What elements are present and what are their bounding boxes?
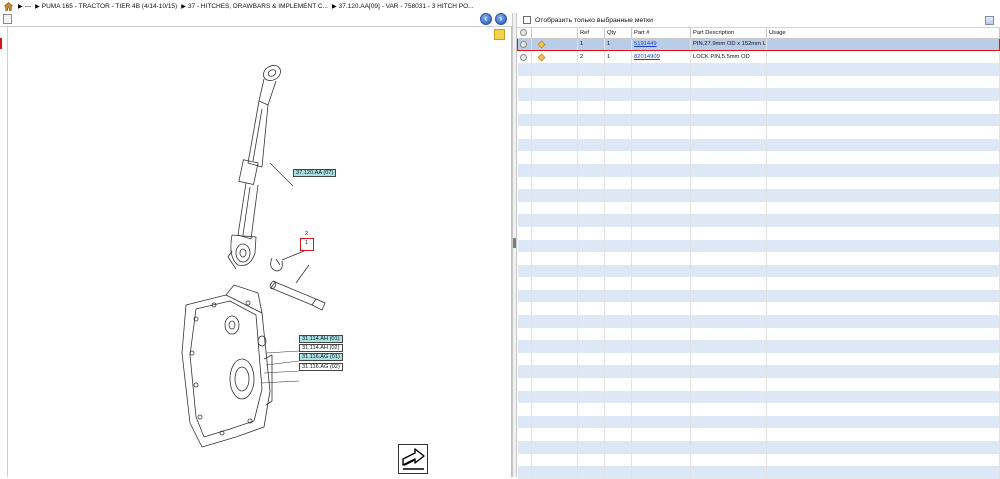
header-qty[interactable]: Qty xyxy=(604,28,632,39)
empty-table-row xyxy=(517,63,1000,76)
ref-number-2[interactable]: 2 xyxy=(305,231,308,237)
empty-table-row xyxy=(517,151,1000,164)
header-ref[interactable]: Ref xyxy=(577,28,605,39)
parts-table: Ref Qty Part # Part Description Usage 1 … xyxy=(517,28,1000,479)
table-row[interactable]: 1 1 5191449 PIN,27.9mm OD x 152mm L xyxy=(517,37,1000,52)
header-part-number[interactable]: Part # xyxy=(631,28,691,39)
part-package-icon[interactable] xyxy=(537,53,546,62)
empty-table-row xyxy=(517,302,1000,316)
empty-table-row xyxy=(517,75,1000,89)
breadcrumb-label: --- xyxy=(24,3,32,10)
part-number-link[interactable]: 82014909 xyxy=(634,54,660,60)
header-icon-column xyxy=(531,28,578,39)
header-select-icon[interactable] xyxy=(517,28,532,39)
empty-table-row xyxy=(517,163,1000,177)
breadcrumb-item-model[interactable]: ▶ PUMA 165 - TRACTOR - TIER 4B (4/14-10/1… xyxy=(35,3,177,10)
splitter-grip-icon[interactable] xyxy=(513,238,516,248)
empty-table-row xyxy=(517,214,1000,227)
show-selected-only-label[interactable]: Отобразить только выбранные метки xyxy=(535,17,653,24)
diagram-pane[interactable]: ‹ › 37.120.AA (07) 31.114.AH (01) 31.114… xyxy=(0,13,512,477)
empty-table-row xyxy=(517,252,1000,265)
breadcrumb-item-section[interactable]: ▶ 37 - HITCHES, DRAWBARS & IMPLEMENT C... xyxy=(181,3,328,10)
empty-table-row xyxy=(517,239,1000,253)
exploded-diagram xyxy=(181,65,326,448)
empty-table-row xyxy=(517,378,1000,391)
empty-table-row xyxy=(517,138,1000,152)
empty-table-row xyxy=(517,189,1000,202)
callout-31-116-ag-02[interactable]: 31.116.AG (02) xyxy=(299,363,343,371)
cell-qty: 1 xyxy=(604,50,632,64)
cell-usage xyxy=(766,37,1000,52)
empty-table-row xyxy=(517,365,1000,379)
cell-qty: 1 xyxy=(604,37,632,52)
empty-table-row xyxy=(517,441,1000,454)
breadcrumb-label: 37.120.AA[09] - VAR - 758031 - 3 HITCH P… xyxy=(338,3,474,10)
header-usage[interactable]: Usage xyxy=(766,28,1000,39)
empty-table-row xyxy=(517,428,1000,441)
breadcrumb-arrow-icon: ▶ xyxy=(35,4,40,10)
empty-table-row xyxy=(517,340,1000,353)
row-select-icon[interactable] xyxy=(520,40,527,48)
empty-table-row xyxy=(517,277,1000,290)
table-row[interactable]: 2 1 82014909 LOCK PIN,5.5mm OD xyxy=(517,50,1000,64)
filter-bar: Отобразить только выбранные метки xyxy=(517,13,1000,28)
breadcrumb-arrow-icon: ▶ xyxy=(18,4,23,10)
cell-usage xyxy=(766,50,1000,64)
empty-table-row xyxy=(517,327,1000,341)
empty-table-row xyxy=(517,415,1000,429)
part-package-icon[interactable] xyxy=(537,40,546,49)
breadcrumb-item-root[interactable]: ▶ --- xyxy=(18,3,31,10)
breadcrumb-arrow-icon: ▶ xyxy=(181,4,186,10)
empty-table-row xyxy=(517,201,1000,215)
home-icon[interactable] xyxy=(3,2,14,11)
empty-table-row xyxy=(517,289,1000,303)
table-header-row: Ref Qty Part # Part Description Usage xyxy=(517,28,1000,39)
empty-table-row xyxy=(517,390,1000,404)
ref-number-1[interactable]: 1 xyxy=(305,240,308,246)
header-part-description[interactable]: Part Description xyxy=(690,28,767,39)
callout-31-114-ah-02[interactable]: 31.114.AH (02) xyxy=(299,344,343,352)
empty-table-row xyxy=(517,113,1000,127)
empty-table-row xyxy=(517,88,1000,101)
export-icon[interactable] xyxy=(985,16,994,25)
show-selected-only-checkbox[interactable] xyxy=(523,16,531,24)
empty-table-row xyxy=(517,264,1000,278)
cell-description: LOCK PIN,5.5mm OD xyxy=(690,50,767,64)
part-number-link[interactable]: 5191449 xyxy=(634,41,657,47)
empty-table-row xyxy=(517,126,1000,139)
breadcrumb: ▶ --- ▶ PUMA 165 - TRACTOR - TIER 4B (4/14… xyxy=(0,0,1000,13)
next-diagram-button[interactable] xyxy=(398,444,428,474)
empty-table-row xyxy=(517,100,1000,114)
empty-table-row xyxy=(517,403,1000,416)
breadcrumb-arrow-icon: ▶ xyxy=(331,4,337,10)
empty-table-row xyxy=(517,226,1000,240)
parts-list-pane: Отобразить только выбранные метки Ref Qt… xyxy=(517,13,1000,479)
empty-table-row xyxy=(517,315,1000,328)
empty-table-row xyxy=(517,453,1000,467)
cell-ref: 2 xyxy=(577,50,605,64)
callout-31-114-ah-01[interactable]: 31.114.AH (01) xyxy=(299,335,343,343)
next-diagram-icon xyxy=(402,448,425,470)
cell-description: PIN,27.9mm OD x 152mm L xyxy=(690,37,767,52)
callout-37-120-aa-07[interactable]: 37.120.AA (07) xyxy=(293,169,337,177)
breadcrumb-label: 37 - HITCHES, DRAWBARS & IMPLEMENT C... xyxy=(187,3,328,10)
breadcrumb-label: PUMA 165 - TRACTOR - TIER 4B (4/14-10/15… xyxy=(41,3,178,10)
row-select-icon[interactable] xyxy=(519,53,527,61)
empty-table-row xyxy=(517,352,1000,366)
cell-ref: 1 xyxy=(577,37,605,52)
callout-31-116-ag-01[interactable]: 31.116.AG (01) xyxy=(299,353,343,361)
breadcrumb-item-diagram[interactable]: ▶ 37.120.AA[09] - VAR - 758031 - 3 HITCH … xyxy=(332,3,474,10)
empty-table-row xyxy=(517,176,1000,190)
